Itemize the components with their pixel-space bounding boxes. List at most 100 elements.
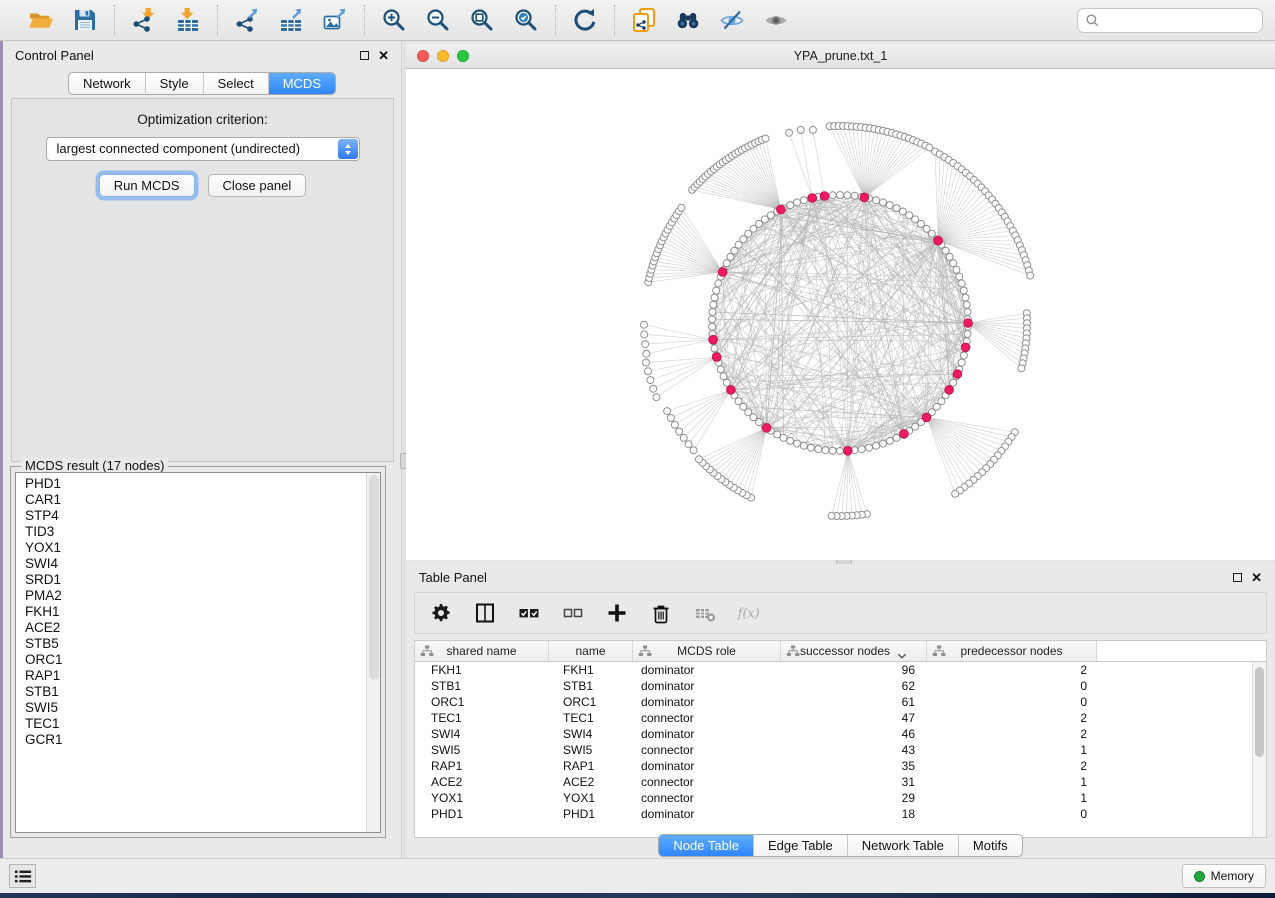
cell-MCDS-role[interactable]: connector xyxy=(633,774,781,790)
export-image-icon[interactable] xyxy=(321,6,349,34)
cell-shared-name[interactable]: RAP1 xyxy=(415,758,549,774)
import-table-icon[interactable] xyxy=(174,6,202,34)
cell-shared-name[interactable]: ORC1 xyxy=(415,694,549,710)
cell-successor-nodes[interactable]: 62 xyxy=(781,678,927,694)
cell-predecessor-nodes[interactable]: 0 xyxy=(927,694,1097,710)
mcds-result-list[interactable]: PHD1CAR1STP4TID3YOX1SWI4SRD1PMA2FKH1ACE2… xyxy=(15,472,381,833)
float-table-panel-icon[interactable] xyxy=(1233,573,1242,582)
table-row[interactable]: FKH1FKH1dominator962 xyxy=(415,662,1252,678)
close-panel-button[interactable]: Close panel xyxy=(208,174,307,197)
cell-name[interactable]: FKH1 xyxy=(549,662,633,678)
cell-successor-nodes[interactable]: 35 xyxy=(781,758,927,774)
zoom-out-icon[interactable] xyxy=(424,6,452,34)
table-tab-network-table[interactable]: Network Table xyxy=(847,835,958,856)
task-history-button[interactable] xyxy=(9,864,36,888)
save-session-icon[interactable] xyxy=(71,6,99,34)
cell-shared-name[interactable]: YOX1 xyxy=(415,790,549,806)
table-row[interactable]: SWI4SWI4dominator462 xyxy=(415,726,1252,742)
tab-style[interactable]: Style xyxy=(145,73,203,94)
network-window-titlebar[interactable]: YPA_prune.txt_1 xyxy=(406,44,1275,69)
table-row[interactable]: STB1STB1dominator620 xyxy=(415,678,1252,694)
cell-shared-name[interactable]: STB1 xyxy=(415,678,549,694)
select-all-columns-icon[interactable] xyxy=(517,601,541,625)
import-network-icon[interactable] xyxy=(130,6,158,34)
mcds-result-item[interactable]: STB1 xyxy=(25,684,380,700)
table-tab-node-table[interactable]: Node Table xyxy=(659,835,753,856)
cell-name[interactable]: ACE2 xyxy=(549,774,633,790)
cell-name[interactable]: RAP1 xyxy=(549,758,633,774)
mcds-result-item[interactable]: RAP1 xyxy=(25,668,380,684)
table-scrollbar[interactable] xyxy=(1252,662,1266,837)
birds-eye-view-icon[interactable] xyxy=(762,6,790,34)
table-settings-gear-icon[interactable] xyxy=(429,601,453,625)
cell-name[interactable]: ORC1 xyxy=(549,694,633,710)
tab-mcds[interactable]: MCDS xyxy=(268,73,335,94)
cell-shared-name[interactable]: SWI5 xyxy=(415,742,549,758)
mcds-result-item[interactable]: ORC1 xyxy=(25,652,380,668)
cell-MCDS-role[interactable]: dominator xyxy=(633,806,781,822)
open-file-icon[interactable] xyxy=(27,6,55,34)
mcds-result-item[interactable]: ACE2 xyxy=(25,620,380,636)
mcds-result-item[interactable]: GCR1 xyxy=(25,732,380,748)
cell-predecessor-nodes[interactable]: 1 xyxy=(927,790,1097,806)
table-scrollbar-thumb[interactable] xyxy=(1255,667,1264,757)
export-table-icon[interactable] xyxy=(277,6,305,34)
table-row[interactable]: YOX1YOX1connector291 xyxy=(415,790,1252,806)
cell-name[interactable]: STB1 xyxy=(549,678,633,694)
mcds-result-item[interactable]: CAR1 xyxy=(25,492,380,508)
cell-predecessor-nodes[interactable]: 1 xyxy=(927,742,1097,758)
table-row[interactable]: SWI5SWI5connector431 xyxy=(415,742,1252,758)
mcds-result-item[interactable]: FKH1 xyxy=(25,604,380,620)
close-window-icon[interactable] xyxy=(417,50,429,62)
cell-successor-nodes[interactable]: 96 xyxy=(781,662,927,678)
refresh-view-icon[interactable] xyxy=(571,6,599,34)
cell-MCDS-role[interactable]: dominator xyxy=(633,694,781,710)
minimize-window-icon[interactable] xyxy=(437,50,449,62)
cell-successor-nodes[interactable]: 43 xyxy=(781,742,927,758)
mcds-result-item[interactable]: TEC1 xyxy=(25,716,380,732)
tab-network[interactable]: Network xyxy=(69,73,145,94)
table-tab-motifs[interactable]: Motifs xyxy=(958,835,1022,856)
float-panel-icon[interactable] xyxy=(360,51,369,60)
column-header-successor-nodes[interactable]: successor nodes xyxy=(781,641,927,661)
cell-successor-nodes[interactable]: 18 xyxy=(781,806,927,822)
cell-successor-nodes[interactable]: 61 xyxy=(781,694,927,710)
tab-select[interactable]: Select xyxy=(203,73,268,94)
cell-MCDS-role[interactable]: connector xyxy=(633,742,781,758)
search-box[interactable] xyxy=(1077,8,1263,33)
cell-predecessor-nodes[interactable]: 2 xyxy=(927,662,1097,678)
table-tab-edge-table[interactable]: Edge Table xyxy=(753,835,847,856)
graphics-details-icon[interactable] xyxy=(718,6,746,34)
cell-MCDS-role[interactable]: dominator xyxy=(633,662,781,678)
share-network-doc-icon[interactable] xyxy=(630,6,658,34)
cell-name[interactable]: SWI5 xyxy=(549,742,633,758)
result-scrollbar[interactable] xyxy=(366,473,380,832)
cell-MCDS-role[interactable]: dominator xyxy=(633,726,781,742)
zoom-selected-icon[interactable] xyxy=(512,6,540,34)
mcds-result-item[interactable]: PHD1 xyxy=(25,476,380,492)
table-row[interactable]: ACE2ACE2connector311 xyxy=(415,774,1252,790)
cell-predecessor-nodes[interactable]: 0 xyxy=(927,678,1097,694)
table-row[interactable]: PHD1PHD1dominator180 xyxy=(415,806,1252,822)
close-panel-icon[interactable]: ✕ xyxy=(378,49,389,62)
cell-predecessor-nodes[interactable]: 0 xyxy=(927,806,1097,822)
cell-MCDS-role[interactable]: connector xyxy=(633,710,781,726)
cell-name[interactable]: YOX1 xyxy=(549,790,633,806)
cell-shared-name[interactable]: TEC1 xyxy=(415,710,549,726)
column-layout-icon[interactable] xyxy=(473,601,497,625)
column-header-MCDS-role[interactable]: MCDS role xyxy=(633,641,781,661)
cell-name[interactable]: TEC1 xyxy=(549,710,633,726)
cell-predecessor-nodes[interactable]: 2 xyxy=(927,710,1097,726)
table-row[interactable]: RAP1RAP1dominator352 xyxy=(415,758,1252,774)
cell-name[interactable]: SWI4 xyxy=(549,726,633,742)
table-row[interactable]: ORC1ORC1dominator610 xyxy=(415,694,1252,710)
cell-shared-name[interactable]: FKH1 xyxy=(415,662,549,678)
zoom-in-icon[interactable] xyxy=(380,6,408,34)
mcds-result-item[interactable]: SRD1 xyxy=(25,572,380,588)
zoom-fit-icon[interactable] xyxy=(468,6,496,34)
network-canvas[interactable] xyxy=(406,69,1275,560)
column-header-shared-name[interactable]: shared name xyxy=(415,641,549,661)
mcds-result-item[interactable]: STP4 xyxy=(25,508,380,524)
deselect-all-columns-icon[interactable] xyxy=(561,601,585,625)
mcds-result-item[interactable]: TID3 xyxy=(25,524,380,540)
